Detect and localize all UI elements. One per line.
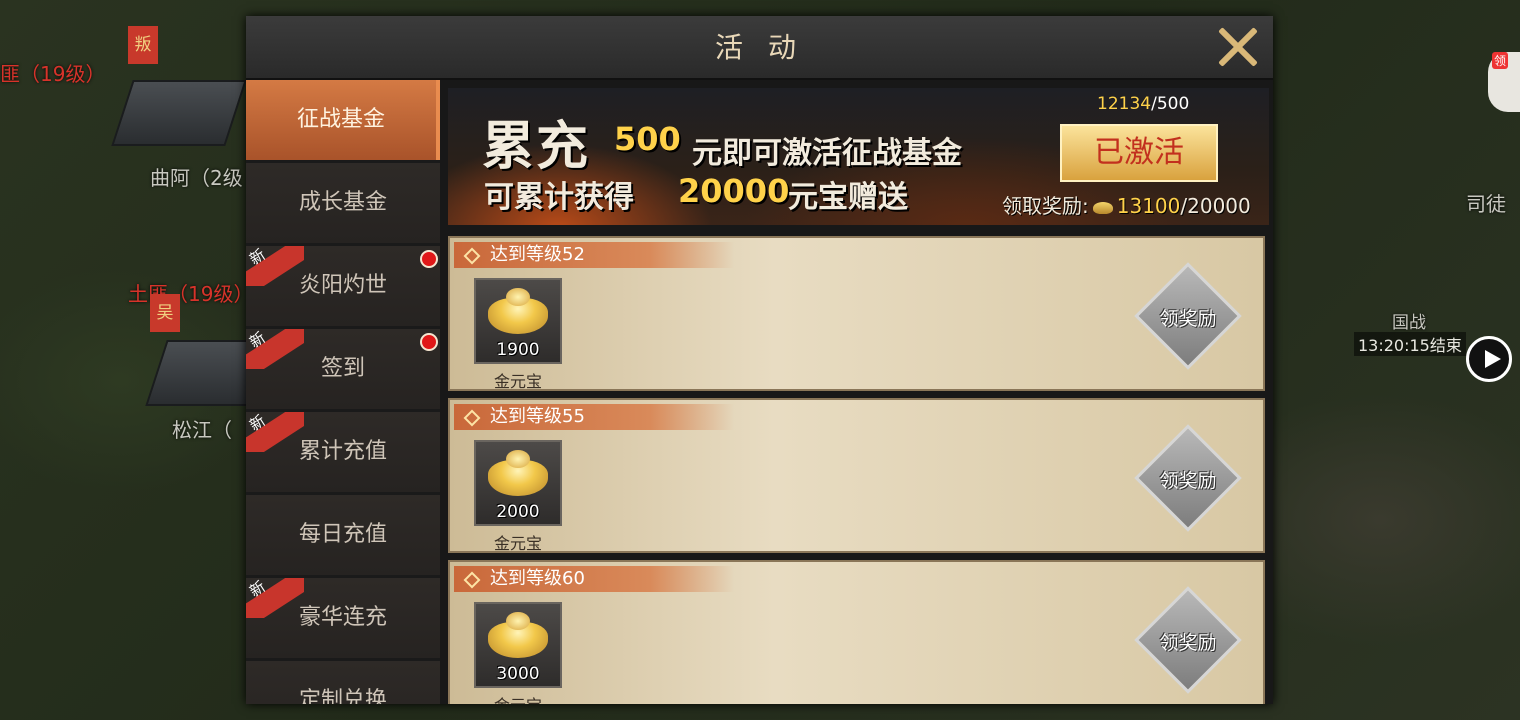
recharge-total: /500 [1151, 94, 1190, 114]
reward-quantity: 3000 [496, 664, 540, 684]
tab-label: 豪华连充 [298, 605, 387, 630]
dialog-header: 活 动 [246, 16, 1273, 80]
tab-label: 成长基金 [298, 190, 387, 215]
map-flag-rebel: 叛 [128, 26, 158, 64]
gold-ingot-icon [488, 612, 548, 658]
tab-4[interactable]: 签到新 [246, 329, 440, 409]
new-ribbon: 新 [246, 329, 304, 369]
map-label-guozhan: 国战 [1392, 313, 1426, 333]
tab-2[interactable]: 成长基金 [246, 163, 440, 243]
side-badge-label: 领 [1492, 52, 1509, 69]
tab-3[interactable]: 炎阳灼世新 [246, 246, 440, 326]
reward-item-slot[interactable]: 3000 [474, 602, 562, 688]
activity-dialog: 活 动 征战基金 成长基金 炎阳灼世新签到新累计充值新每日充值 豪华连充新定制兑换 累… [246, 16, 1273, 704]
banner-line3: 元宝赠送 [788, 180, 908, 215]
reward-requirement: 达到等级55 [454, 404, 734, 430]
map-label-bandit: 匪（19级） [0, 62, 106, 86]
notification-dot [420, 250, 438, 268]
map-city[interactable] [111, 80, 247, 146]
dialog-title: 活 动 [715, 31, 804, 64]
tab-label: 炎阳灼世 [298, 273, 387, 298]
tab-label: 征战基金 [296, 107, 385, 132]
reward-requirement: 达到等级60 [454, 566, 734, 592]
reward-item-name: 金元宝 [493, 372, 542, 391]
claim-reward-label: 领奖励 [1159, 308, 1217, 330]
claimed-current: 13100 [1116, 194, 1181, 218]
banner-line1: 元即可激活征战基金 [692, 136, 962, 171]
activity-tab-list: 征战基金 成长基金 炎阳灼世新签到新累计充值新每日充值 豪华连充新定制兑换 [246, 80, 440, 704]
reward-requirement: 达到等级52 [454, 242, 734, 268]
fund-banner: 累充 500 元即可激活征战基金 可累计获得 20000 元宝赠送 12134/… [448, 88, 1269, 225]
gold-ingot-icon [1092, 201, 1113, 214]
gold-ingot-icon [488, 288, 548, 334]
claimed-label: 领取奖励: [1002, 194, 1089, 218]
close-icon[interactable] [1215, 24, 1261, 70]
reward-quantity: 1900 [496, 340, 540, 360]
banner-amount: 500 [614, 120, 681, 158]
reward-quantity: 2000 [496, 502, 540, 522]
tab-5[interactable]: 累计充值新 [246, 412, 440, 492]
banner-headline: 累充 [482, 116, 591, 177]
claimed-progress: 领取奖励: 13100/20000 [1002, 190, 1251, 219]
national-war-timer: 13:20:15结束 [1354, 332, 1466, 356]
reward-list[interactable]: 达到等级52 1900 金元宝 领奖励 达到等级55 2000 金元宝 领奖励 达到等级60 30… [448, 236, 1269, 704]
map-label-bandit-2: 土匪（19级） [128, 282, 254, 306]
claimed-total: /20000 [1180, 194, 1251, 218]
tab-label: 累计充值 [298, 439, 387, 464]
map-flag-wu: 吴 [150, 294, 180, 332]
tab-label: 每日充值 [298, 522, 387, 547]
banner-ingot-total: 20000 [678, 172, 790, 210]
reward-item-name: 金元宝 [493, 534, 542, 553]
reward-item-slot[interactable]: 1900 [474, 278, 562, 364]
tab-6[interactable]: 每日充值 [246, 495, 440, 575]
tab-7[interactable]: 豪华连充新 [246, 578, 440, 658]
recharge-current: 12134 [1097, 94, 1152, 114]
banner-line2: 可累计获得 [484, 180, 634, 215]
reward-row: 达到等级52 1900 金元宝 领奖励 [448, 236, 1265, 391]
reward-row: 达到等级55 2000 金元宝 领奖励 [448, 398, 1265, 553]
side-reward-badge[interactable]: 领 [1488, 52, 1520, 112]
activated-button[interactable]: 已激活 [1060, 124, 1218, 182]
tab-1[interactable]: 征战基金 [246, 80, 440, 160]
new-ribbon: 新 [246, 578, 304, 618]
video-play-button[interactable] [1466, 336, 1512, 382]
gold-ingot-icon [488, 450, 548, 496]
map-label-songjiang: 松江（ [172, 418, 232, 442]
tab-label: 定制兑换 [298, 688, 387, 704]
reward-item-name: 金元宝 [474, 692, 562, 704]
notification-dot [420, 333, 438, 351]
tab-label: 签到 [320, 356, 365, 381]
map-label-quea: 曲阿（2级 [150, 166, 243, 190]
map-label-situ: 司徒 [1466, 192, 1506, 216]
tab-8[interactable]: 定制兑换 [246, 661, 440, 704]
claim-reward-label: 领奖励 [1159, 632, 1217, 654]
reward-item-slot[interactable]: 2000 [474, 440, 562, 526]
claim-reward-label: 领奖励 [1159, 470, 1217, 492]
recharge-progress: 12134/500 [1097, 94, 1189, 114]
new-ribbon: 新 [246, 246, 304, 286]
reward-row: 达到等级60 3000 金元宝 领奖励 [448, 560, 1265, 704]
new-ribbon: 新 [246, 412, 304, 452]
